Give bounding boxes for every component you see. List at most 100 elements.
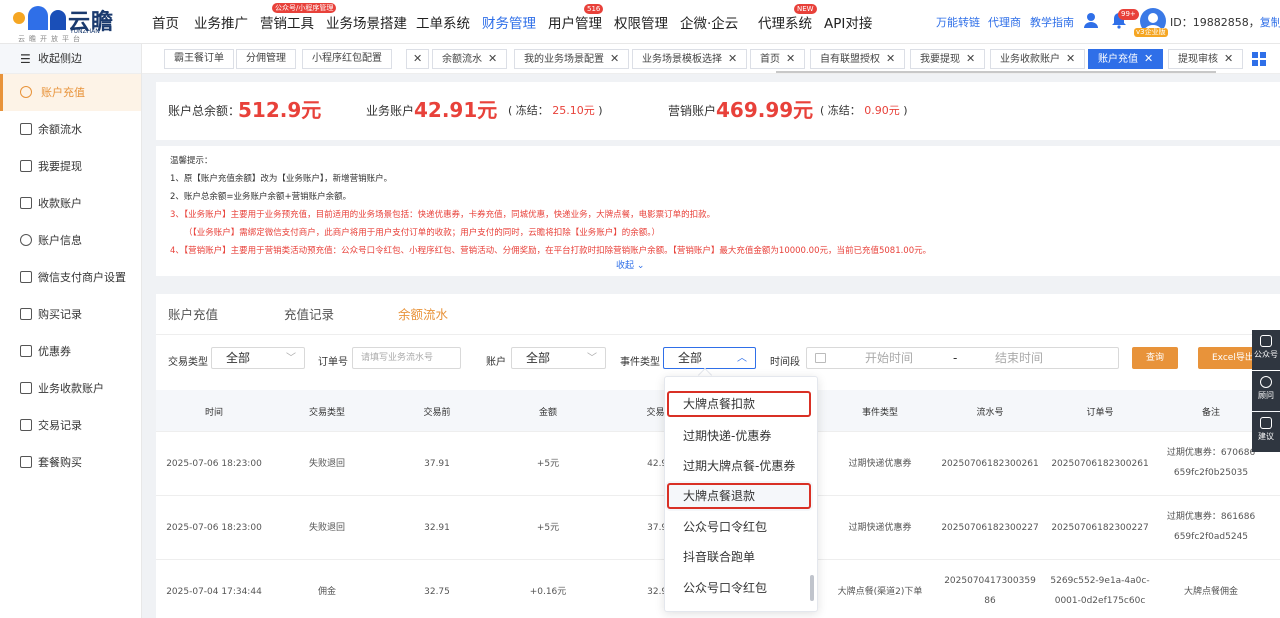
float-official-account[interactable]: 公众号: [1252, 330, 1280, 370]
chevron-down-icon: ﹀: [587, 353, 597, 364]
tab-scene-template[interactable]: 业务场景模板选择 ✕: [632, 49, 748, 69]
close-icon[interactable]: ✕: [728, 52, 737, 65]
dropdown-option[interactable]: 大牌点餐扣款: [665, 389, 813, 419]
close-icon[interactable]: ✕: [786, 52, 795, 65]
float-suggestion[interactable]: 建议: [1252, 412, 1280, 452]
sidebar-item-coupons[interactable]: 优惠券: [0, 333, 141, 370]
nav-promotion[interactable]: 业务推广: [194, 12, 248, 32]
panel-tab-balance-flow[interactable]: 余额流水: [398, 304, 448, 323]
tab-balance-flow[interactable]: 余额流水 ✕: [432, 49, 508, 69]
start-date-input[interactable]: 开始时间: [865, 348, 913, 368]
cell-serial: 2025070417300359: [944, 576, 1036, 586]
panel-tab-recharge[interactable]: 账户充值: [168, 304, 218, 323]
cell-event: 大牌点餐(渠道2)下单: [837, 587, 923, 597]
time-range-label: 时间段: [770, 357, 800, 368]
event-type-select[interactable]: 全部 ︿: [663, 347, 756, 369]
close-icon[interactable]: ✕: [1144, 52, 1153, 65]
mkt-account-label: 营销账户: [668, 104, 717, 118]
sidebar-item-biz-receiving[interactable]: 业务收款账户: [0, 370, 141, 407]
nav-wecom[interactable]: 企微·企云: [680, 12, 738, 32]
recharge-icon: [20, 86, 32, 98]
nav-scene[interactable]: 业务场景搭建: [326, 12, 407, 32]
close-icon[interactable]: ✕: [1224, 52, 1233, 65]
cell-before: 32.75: [424, 587, 450, 597]
close-icon[interactable]: ✕: [966, 52, 975, 65]
nav-agent-badge: NEW: [794, 4, 817, 14]
grid-icon[interactable]: [1252, 52, 1266, 66]
tab-label: 首页: [760, 54, 780, 65]
sidebar-item-purchase-records[interactable]: 购买记录: [0, 296, 141, 333]
dropdown-option[interactable]: 公众号口令红包: [665, 512, 813, 542]
nav-users[interactable]: 用户管理: [548, 12, 602, 32]
sidebar-item-account-info[interactable]: 账户信息: [0, 222, 141, 259]
nav-home[interactable]: 首页: [152, 12, 179, 32]
link-universal-convert[interactable]: 万能转链: [936, 14, 980, 30]
trade-type-label: 交易类型: [168, 357, 208, 368]
col-event: 事件类型: [861, 408, 899, 418]
dropdown-option[interactable]: 过期大牌点餐: [665, 603, 813, 611]
account-select[interactable]: 全部 ﹀: [511, 347, 606, 369]
link-guide[interactable]: 教学指南: [1030, 14, 1074, 30]
tab-biz-receiving[interactable]: 业务收款账户 ✕: [990, 49, 1086, 69]
dropdown-option[interactable]: 过期快递-优惠券: [665, 421, 813, 451]
dropdown-option[interactable]: 大牌点餐退款: [665, 481, 813, 511]
sidebar-item-transactions[interactable]: 交易记录: [0, 407, 141, 444]
tabs-scrollbar[interactable]: [776, 71, 1216, 73]
tab-commission[interactable]: 分佣管理: [236, 49, 296, 69]
tab-scene-config[interactable]: 我的业务场景配置 ✕: [514, 49, 630, 69]
sidebar-item-recharge[interactable]: 账户充值: [0, 74, 141, 111]
brand-logo[interactable]: 云瞻 YUNZHAN 云瞻开放平台: [12, 2, 132, 43]
nav-marketing[interactable]: 营销工具: [260, 12, 314, 32]
nav-tickets[interactable]: 工单系统: [416, 12, 470, 32]
tab-close-button[interactable]: ✕: [406, 49, 430, 69]
float-advisor[interactable]: 顾问: [1252, 371, 1280, 411]
nav-finance[interactable]: 财务管理: [482, 12, 536, 32]
mkt-frozen-label: ( 冻结：: [820, 104, 861, 117]
panel-tab-recharge-records[interactable]: 充值记录: [284, 304, 334, 323]
query-button[interactable]: 查询: [1132, 347, 1178, 369]
close-icon[interactable]: ✕: [610, 52, 619, 65]
customer-service-icon[interactable]: [1082, 11, 1100, 29]
coupon-icon: [20, 345, 32, 357]
tab-mini-redpacket[interactable]: 小程序红包配置: [302, 49, 392, 69]
notice-collapse-link[interactable]: 收起 ⌄: [616, 258, 644, 271]
trade-type-select[interactable]: 全部 ﹀: [211, 347, 305, 369]
order-no-input[interactable]: 请填写业务流水号: [352, 347, 461, 369]
tab-recharge[interactable]: 账户充值 ✕: [1088, 49, 1164, 69]
close-icon[interactable]: ✕: [488, 52, 497, 65]
end-date-input[interactable]: 结束时间: [995, 348, 1043, 368]
sidebar-collapse[interactable]: ☰ 收起侧边: [0, 44, 141, 74]
dropdown-option[interactable]: 过期大牌点餐-优惠券: [665, 451, 813, 481]
tab-home[interactable]: 首页 ✕: [750, 49, 806, 69]
dropdown-option[interactable]: 公众号口令红包: [665, 573, 813, 603]
account-value: 全部: [526, 351, 551, 365]
sidebar-item-receiving-account[interactable]: 收款账户: [0, 185, 141, 222]
nav-agent[interactable]: 代理系统: [758, 12, 812, 32]
tab-withdraw[interactable]: 我要提现 ✕: [910, 49, 986, 69]
cell-event: 过期快递优惠券: [848, 523, 912, 533]
dropdown-option[interactable]: 抖音联合跑单: [665, 542, 813, 572]
nav-api[interactable]: API对接: [824, 12, 872, 32]
sidebar-item-balance-flow[interactable]: 余额流水: [0, 111, 141, 148]
cell-time: 2025-07-06 18:23:00: [166, 523, 262, 533]
col-order: 订单号: [1086, 408, 1114, 418]
close-icon[interactable]: ✕: [886, 52, 895, 65]
nav-permissions[interactable]: 权限管理: [614, 12, 668, 32]
sidebar-item-wechat-merchant[interactable]: 微信支付商户设置: [0, 259, 141, 296]
tab-withdraw-review[interactable]: 提现审核 ✕: [1168, 49, 1244, 69]
bank-icon: [20, 382, 32, 394]
notice-line: 1、原【账户充值余额】改为【业务账户】，新增营销账户。: [170, 174, 393, 184]
cell-note: 过期优惠券：861686: [1166, 512, 1256, 522]
close-icon[interactable]: ✕: [1066, 52, 1075, 65]
tab-bawang-orders[interactable]: 霸王餐订单: [164, 49, 234, 69]
tab-label: 自有联盟授权: [820, 54, 880, 65]
date-range-picker[interactable]: 开始时间 - 结束时间: [806, 347, 1119, 369]
link-agent[interactable]: 代理商: [988, 14, 1021, 30]
tab-alliance-auth[interactable]: 自有联盟授权 ✕: [810, 49, 906, 69]
sidebar-item-withdraw[interactable]: 我要提现: [0, 148, 141, 185]
float-label: 公众号: [1254, 350, 1278, 359]
sidebar-item-label: 余额流水: [38, 123, 82, 136]
sidebar-item-packages[interactable]: 套餐购买: [0, 444, 141, 481]
dropdown-scrollbar[interactable]: [810, 575, 814, 601]
copy-id-link[interactable]: 复制: [1260, 16, 1280, 29]
